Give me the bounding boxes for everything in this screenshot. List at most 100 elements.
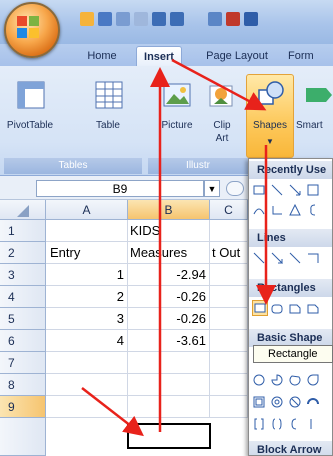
cell-b4[interactable]: -0.26 [128,286,210,308]
cell-c2[interactable]: t Out [210,242,248,264]
table-button[interactable] [94,80,124,110]
picture-button[interactable] [162,80,192,110]
tab-home[interactable]: Home [80,46,124,66]
row-header[interactable]: 8 [0,374,46,396]
cell-b7[interactable] [128,352,210,374]
rounded-rectangle-shape[interactable] [271,302,283,320]
row-header-partial[interactable] [0,418,46,456]
clip-label[interactable]: Clip [204,120,240,132]
chord-shape[interactable] [289,373,301,391]
tab-formulas[interactable]: Form [288,46,333,66]
brace-pair-shape[interactable] [271,417,283,435]
picture-icon [163,83,191,107]
smartart-label[interactable]: Smart [296,120,333,132]
print-preview-icon[interactable] [116,12,130,26]
redo-icon[interactable] [170,12,184,26]
snip-round-rectangle-shape[interactable] [307,302,319,320]
cell-c7[interactable] [210,352,248,374]
frame-shape[interactable] [253,395,265,413]
cell-c3[interactable] [210,264,248,286]
column-header-b[interactable]: B [128,200,210,220]
right-bracket-shape[interactable] [307,417,319,435]
row-header[interactable]: 3 [0,264,46,286]
shapes-label[interactable]: Shapes [246,120,294,132]
double-arrow-line-shape[interactable] [289,251,301,269]
elbow-connector-shape[interactable] [307,251,319,269]
cell-b1[interactable]: KIDS [128,220,210,242]
cell-b2[interactable]: Measures [128,242,210,264]
shapes-dropdown-arrow-icon[interactable]: ▼ [264,136,276,148]
row-header[interactable]: 6 [0,330,46,352]
tab-insert[interactable]: Insert [136,46,182,66]
table-label[interactable]: Table [84,120,132,132]
oval-shape[interactable] [253,373,265,391]
arrow-line-shape[interactable] [271,251,284,269]
pie-shape[interactable] [271,373,283,391]
chart-icon[interactable] [208,12,222,26]
recent-shape-hook[interactable] [271,203,283,221]
cell-a9[interactable] [46,396,128,418]
cell-a8[interactable] [46,374,128,396]
row-header[interactable]: 5 [0,308,46,330]
pivottable-label[interactable]: PivotTable [0,120,60,132]
left-bracket-shape[interactable] [289,417,301,435]
cell-a3[interactable]: 1 [46,264,128,286]
cell-a6[interactable]: 4 [46,330,128,352]
cell-a5[interactable]: 3 [46,308,128,330]
recent-shape-box[interactable] [307,183,319,201]
cell-c1[interactable] [210,220,248,242]
name-box[interactable]: B9 [36,180,204,197]
column-header-c[interactable]: C [210,200,248,220]
open-icon[interactable] [80,12,94,26]
save-icon[interactable] [98,12,112,26]
recent-shape-curve[interactable] [253,203,265,221]
pivottable-button[interactable] [16,80,46,110]
cell-c9[interactable] [210,396,248,418]
row-header[interactable]: 2 [0,242,46,264]
cell-b3[interactable]: -2.94 [128,264,210,286]
line-shape[interactable] [253,251,265,269]
row-header[interactable]: 1 [0,220,46,242]
cell-b6[interactable]: -3.61 [128,330,210,352]
recent-shape-triangle[interactable] [289,203,301,221]
recent-shape-line[interactable] [271,183,283,201]
column-header-a[interactable]: A [46,200,128,220]
snip-rectangle-shape[interactable] [289,302,301,320]
picture-label[interactable]: Picture [150,120,204,132]
cell-a1[interactable] [46,220,128,242]
bracket-pair-shape[interactable] [253,417,265,435]
customize-qat-icon[interactable] [244,12,258,26]
close-doc-icon[interactable] [226,12,240,26]
cell-a2[interactable]: Entry [46,242,128,264]
no-symbol-shape[interactable] [289,395,301,413]
clip-art-button[interactable] [206,80,236,110]
cell-c5[interactable] [210,308,248,330]
cell-a4[interactable]: 2 [46,286,128,308]
cell-b8[interactable] [128,374,210,396]
cell-c6[interactable] [210,330,248,352]
shapes-gallery: Recently Use Lines Rectangles Basic Shap… [248,158,333,456]
recent-shape-brace[interactable] [307,203,319,221]
formula-expand-icon[interactable] [226,181,244,196]
select-all-corner[interactable] [0,200,46,220]
recent-shape-rect[interactable] [253,183,265,201]
rectangle-shape[interactable] [252,300,268,316]
recent-shape-arrow[interactable] [289,183,301,201]
spelling-icon[interactable] [134,12,148,26]
teardrop-shape[interactable] [307,373,319,391]
row-header[interactable]: 9 [0,396,46,418]
name-box-dropdown-icon[interactable]: ▼ [204,180,220,197]
tab-page-layout[interactable]: Page Layout [198,46,276,66]
cell-a7[interactable] [46,352,128,374]
donut-shape[interactable] [271,395,283,413]
row-header[interactable]: 7 [0,352,46,374]
cell-b9[interactable] [128,396,210,418]
cell-c8[interactable] [210,374,248,396]
row-header[interactable]: 4 [0,286,46,308]
cell-b5[interactable]: -0.26 [128,308,210,330]
art-label[interactable]: Art [204,133,240,145]
undo-icon[interactable] [152,12,166,26]
block-arc-shape[interactable] [307,395,319,413]
cell-c4[interactable] [210,286,248,308]
smartart-button[interactable] [304,80,332,110]
